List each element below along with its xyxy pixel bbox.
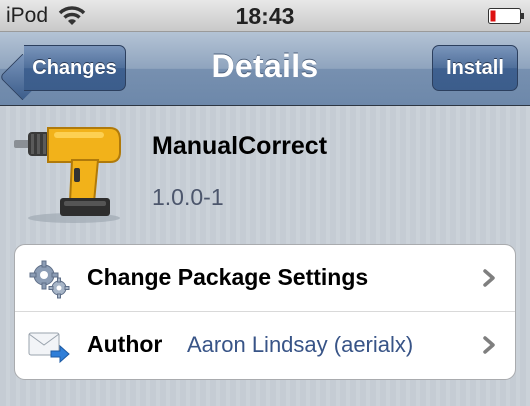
- package-name: ManualCorrect: [152, 132, 328, 160]
- battery-icon: [488, 8, 524, 24]
- mail-forward-icon: [28, 332, 70, 364]
- status-clock: 18:43: [235, 3, 295, 29]
- chevron-right-icon: [483, 269, 495, 287]
- author-label: Author: [87, 331, 163, 357]
- author-row[interactable]: Author Aaron Lindsay (aerialx): [15, 312, 515, 379]
- package-options-group: Change Package Settings Author Aaron Lin…: [14, 244, 516, 380]
- author-value: Aaron Lindsay (aerialx): [187, 332, 414, 357]
- package-version: 1.0.0-1: [152, 184, 224, 210]
- power-drill-icon: [14, 127, 121, 223]
- chevron-right-icon: [483, 336, 495, 354]
- gears-icon: [29, 260, 70, 299]
- change-package-settings-row[interactable]: Change Package Settings: [15, 245, 515, 312]
- package-details: ManualCorrect 1.0.0-1 Change Package Set…: [0, 106, 530, 406]
- row-label: Change Package Settings: [87, 264, 369, 290]
- status-bar: iPod 18:43: [0, 0, 530, 32]
- install-button[interactable]: Install: [432, 45, 518, 91]
- navigation-bar: Changes Details Install: [0, 32, 530, 106]
